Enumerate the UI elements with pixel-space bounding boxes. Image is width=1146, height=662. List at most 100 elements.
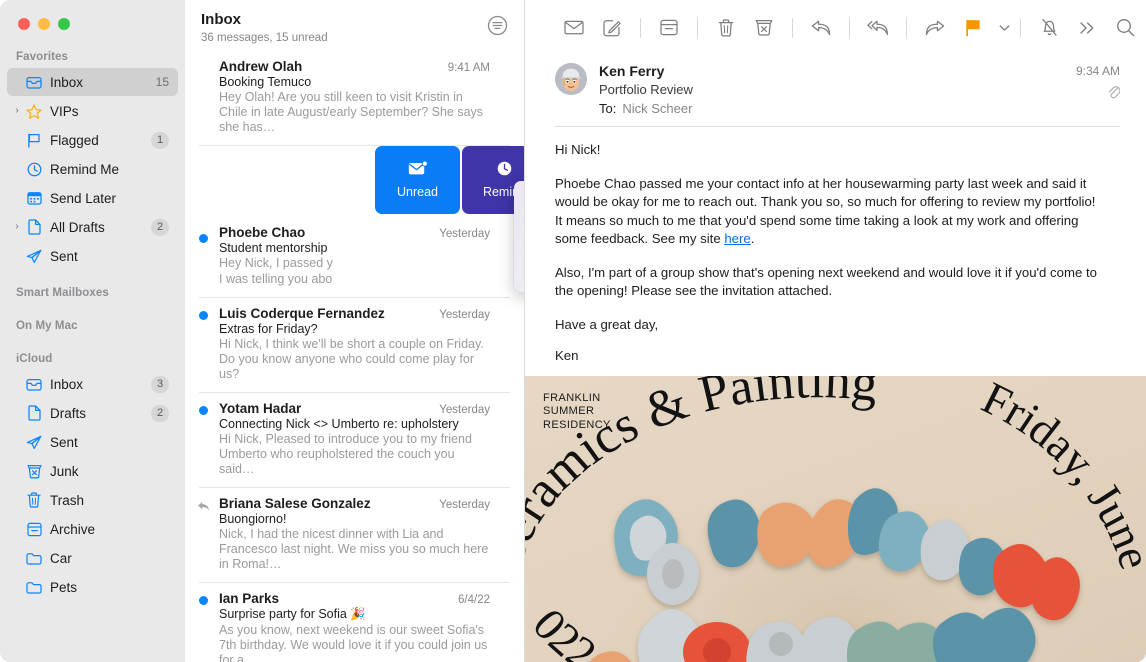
message-list: Inbox 36 messages, 15 unread Andrew Olah… xyxy=(185,0,525,662)
trash-icon xyxy=(718,18,734,37)
flag-icon xyxy=(24,133,44,148)
mute-button[interactable] xyxy=(1030,13,1068,43)
filter-icon[interactable] xyxy=(487,15,508,41)
sidebar-section-header: On My Mac xyxy=(16,320,78,332)
sidebar-item-label: Pets xyxy=(50,579,78,595)
sidebar-item-label: Inbox xyxy=(50,74,84,90)
mail-window: Favorites Inbox 15 › VIPs Flagged 1 Remind Me Se… xyxy=(0,0,1146,662)
sidebar-item-inbox[interactable]: Inbox 3 xyxy=(7,370,178,398)
sidebar-item-archive[interactable]: Archive xyxy=(7,515,178,543)
sidebar: Favorites Inbox 15 › VIPs Flagged 1 Remind Me Se… xyxy=(0,0,185,662)
message-subject: Student mentorship xyxy=(219,241,328,255)
sidebar-section-header: iCloud xyxy=(16,353,53,365)
table-row[interactable]: Andrew Olah 9:41 AM Booking Temuco Hey O… xyxy=(199,53,510,146)
sidebar-item-label: Trash xyxy=(50,492,85,508)
portfolio-link[interactable]: here xyxy=(724,231,750,246)
body-greeting: Hi Nick! xyxy=(555,142,601,157)
sidebar-item-sent[interactable]: Sent xyxy=(7,428,178,456)
sidebar-item-inbox[interactable]: Inbox 15 xyxy=(7,68,178,96)
chevron-right-icon[interactable]: › xyxy=(10,222,24,232)
replied-arrow-icon xyxy=(197,499,210,517)
junk-button[interactable] xyxy=(745,13,783,43)
message-preview: Nick, I had the nicest dinner with Lia a… xyxy=(219,527,489,571)
chevron-right-icon[interactable]: › xyxy=(10,106,24,116)
reply-all-icon xyxy=(867,20,889,35)
sidebar-item-label: Junk xyxy=(50,463,79,479)
sidebar-item-vips[interactable]: › VIPs xyxy=(7,97,178,125)
sidebar-item-pets[interactable]: Pets xyxy=(7,573,178,601)
message-sender: Luis Coderque Fernandez xyxy=(219,306,385,321)
toolbar-divider xyxy=(792,17,793,38)
table-row[interactable]: Yotam Hadar Yesterday Connecting Nick <>… xyxy=(199,393,510,488)
unread-envelope-icon xyxy=(408,160,428,179)
sidebar-item-label: All Drafts xyxy=(50,219,105,235)
sidebar-section-header: Favorites xyxy=(16,51,69,63)
sidebar-item-all-drafts[interactable]: › All Drafts 2 xyxy=(7,213,178,241)
message-preview: I was telling you abo xyxy=(219,272,333,286)
message-sender: Andrew Olah xyxy=(219,59,303,74)
swipe-action-unread[interactable]: Unread xyxy=(375,146,460,214)
sidebar-item-drafts[interactable]: Drafts 2 xyxy=(7,399,178,427)
avatar xyxy=(555,63,587,95)
message-body: Hi Nick! Phoebe Chao passed me your cont… xyxy=(525,127,1146,376)
mailbox-title: Inbox xyxy=(201,11,241,28)
message-date: 6/4/22 xyxy=(458,594,490,606)
message-sender: Briana Salese Gonzalez xyxy=(219,496,371,511)
swiped-message-row[interactable]: Unread Remind Ken Ferry Portfolio Review… xyxy=(185,146,524,221)
folder-icon xyxy=(24,581,44,594)
attachment-invitation-image[interactable]: Ceramics & Painting Friday, June 022 FRA… xyxy=(525,375,1146,662)
compose-button[interactable] xyxy=(593,13,631,43)
paragraph-1-text: Phoebe Chao passed me your contact info … xyxy=(555,175,1096,247)
message-time: 9:34 AM xyxy=(1075,64,1120,78)
flag-button[interactable] xyxy=(954,13,992,43)
table-row[interactable]: Phoebe Chao Yesterday Student mentorship… xyxy=(199,221,510,298)
sidebar-item-sent[interactable]: Sent xyxy=(7,242,178,270)
message-preview: Hi Nick, I think we'll be short a couple… xyxy=(219,337,484,381)
delete-button[interactable] xyxy=(707,13,745,43)
sidebar-item-remind-me[interactable]: Remind Me xyxy=(7,155,178,183)
window-traffic-lights xyxy=(0,0,185,44)
sidebar-item-label: VIPs xyxy=(50,103,79,119)
mark-unread-button[interactable] xyxy=(555,13,593,43)
reply-all-button[interactable] xyxy=(859,13,897,43)
menu-item-remind-1-hour[interactable]: Remind me in 1 hour xyxy=(514,186,524,211)
archive-button[interactable] xyxy=(650,13,688,43)
paper-plane-icon xyxy=(24,249,44,264)
message-subject: Surprise party for Sofia 🎉 xyxy=(219,607,366,621)
menu-item-remind-later[interactable]: Remind me Later… xyxy=(514,261,524,286)
table-row[interactable]: Ian Parks 6/4/22 Surprise party for Sofi… xyxy=(199,583,510,662)
menu-item-remind-tomorrow[interactable]: Remind me Tomorrow xyxy=(514,236,524,261)
junk-icon xyxy=(24,464,44,479)
sidebar-item-car[interactable]: Car xyxy=(7,544,178,572)
table-row[interactable]: Briana Salese Gonzalez Yesterday Buongio… xyxy=(197,488,510,583)
forward-button[interactable] xyxy=(916,13,954,43)
minimize-button[interactable] xyxy=(38,18,50,30)
table-row[interactable]: Luis Coderque Fernandez Yesterday Extras… xyxy=(199,298,510,393)
sidebar-item-send-later[interactable]: Send Later xyxy=(7,184,178,212)
body-paragraph-2: Also, I'm part of a group show that's op… xyxy=(555,264,1097,299)
flag-icon xyxy=(965,19,980,36)
menu-item-remind-tonight[interactable]: Remind me Tonight xyxy=(514,211,524,236)
more-button[interactable] xyxy=(1068,13,1106,43)
message-date: Yesterday xyxy=(439,499,490,511)
document-icon xyxy=(24,219,44,235)
sidebar-item-junk[interactable]: Junk xyxy=(7,457,178,485)
archive-icon xyxy=(24,522,44,537)
search-button[interactable] xyxy=(1106,13,1144,43)
message-subject: Booking Temuco xyxy=(219,75,312,89)
sidebar-item-trash[interactable]: Trash xyxy=(7,486,178,514)
residency-line-3: RESIDENCY xyxy=(543,418,611,431)
body-signature: Ken xyxy=(555,348,579,363)
paperclip-icon[interactable] xyxy=(1076,84,1120,99)
clock-icon xyxy=(497,161,512,179)
flag-dropdown-button[interactable] xyxy=(992,13,1016,43)
zoom-button[interactable] xyxy=(58,18,70,30)
reply-button[interactable] xyxy=(802,13,840,43)
sidebar-badge: 2 xyxy=(151,218,169,236)
to-value[interactable]: Nick Scheer xyxy=(622,101,692,116)
sidebar-item-flagged[interactable]: Flagged 1 xyxy=(7,126,178,154)
close-button[interactable] xyxy=(18,18,30,30)
bell-slash-icon xyxy=(1041,18,1057,36)
